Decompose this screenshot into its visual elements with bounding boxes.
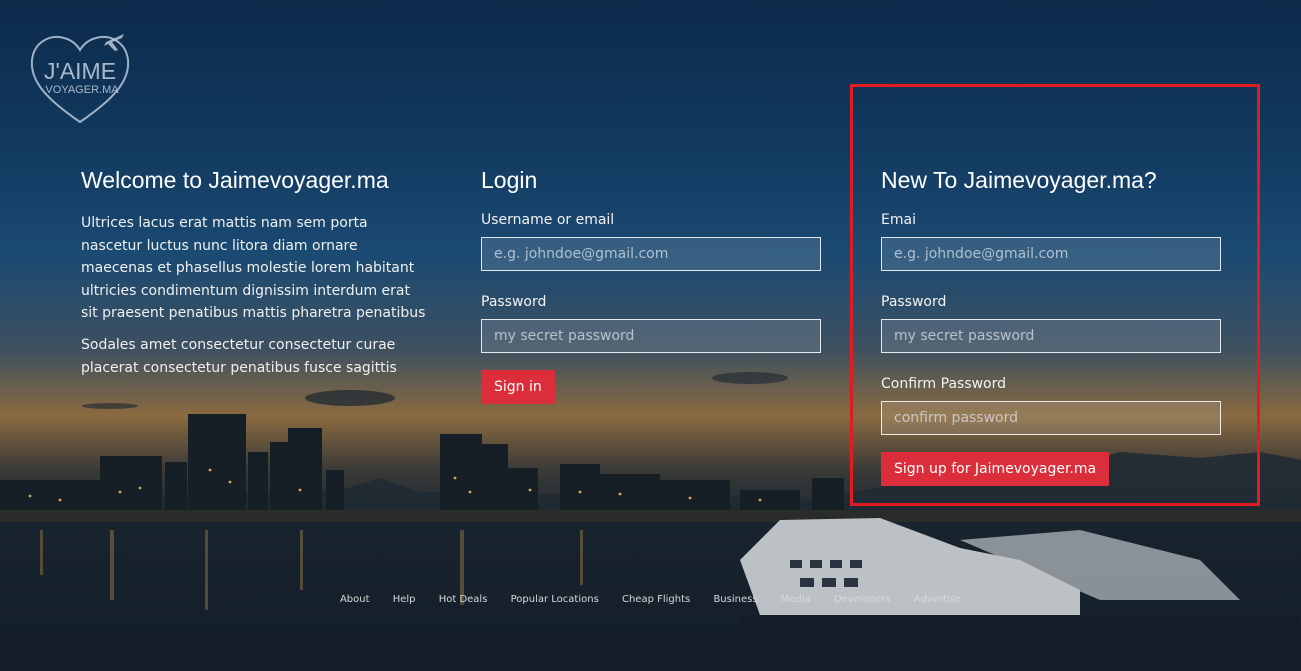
- footer-links: About Help Hot Deals Popular Locations C…: [0, 594, 1301, 605]
- logo-text-primary: J'AIME: [43, 58, 117, 84]
- footer-link-cheap-flights[interactable]: Cheap Flights: [622, 594, 690, 605]
- password-label: Password: [481, 294, 547, 310]
- login-form: Login Username or email Password Sign in: [481, 167, 821, 404]
- footer-link-hot-deals[interactable]: Hot Deals: [439, 594, 488, 605]
- signup-highlight-box: [850, 84, 1260, 506]
- login-title: Login: [481, 167, 538, 193]
- username-input[interactable]: [481, 237, 821, 271]
- welcome-paragraph-1: Ultrices lacus erat mattis nam sem porta…: [81, 215, 426, 322]
- footer-link-developers[interactable]: Developers: [834, 594, 891, 605]
- welcome-paragraph-2: Sodales amet consectetur consectetur cur…: [81, 336, 397, 376]
- username-label: Username or email: [481, 212, 615, 228]
- password-input[interactable]: [481, 319, 821, 353]
- footer-link-popular-locations[interactable]: Popular Locations: [511, 594, 599, 605]
- footer-link-advertise[interactable]: Advertise: [914, 594, 961, 605]
- footer-link-about[interactable]: About: [340, 594, 370, 605]
- logo-text-secondary: VOYAGER.MA: [45, 84, 119, 96]
- footer-link-business[interactable]: Business: [713, 594, 757, 605]
- footer-link-media[interactable]: Media: [781, 594, 811, 605]
- welcome-title: Welcome to Jaimevoyager.ma: [81, 167, 389, 193]
- welcome-section: Welcome to Jaimevoyager.ma Ultrices lacu…: [81, 167, 426, 388]
- sign-in-button[interactable]: Sign in: [481, 370, 555, 404]
- footer-link-help[interactable]: Help: [393, 594, 416, 605]
- brand-logo[interactable]: J'AIME VOYAGER.MA: [28, 30, 132, 126]
